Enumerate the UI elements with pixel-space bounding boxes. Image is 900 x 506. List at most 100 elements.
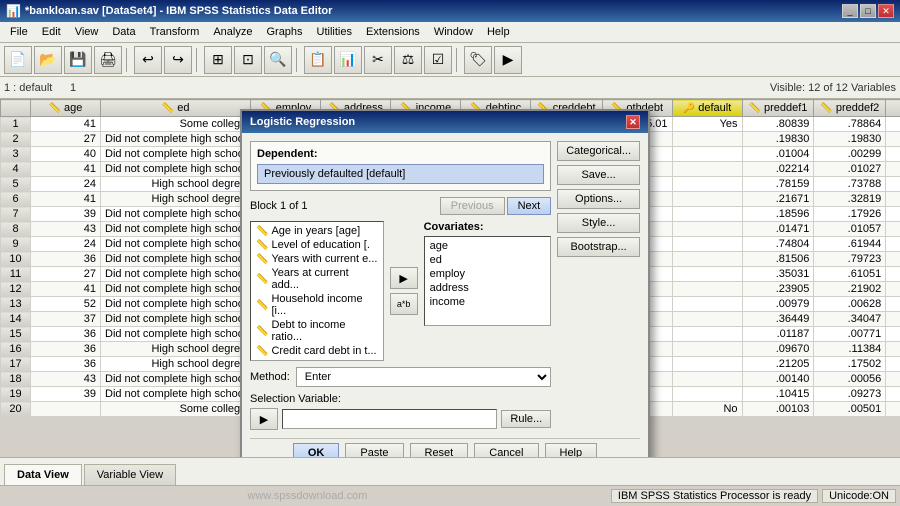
cell-ed[interactable]: Did not complete high school [101, 162, 251, 177]
row-number-cell[interactable]: 13 [1, 297, 31, 312]
col-header-preddef1[interactable]: 📏 preddef1 [742, 100, 814, 117]
cell-preddef1[interactable]: .01187 [742, 327, 814, 342]
cell-preddef2[interactable]: .01057 [814, 222, 886, 237]
menu-data[interactable]: Data [106, 24, 141, 40]
move-to-selection-button[interactable]: ▶ [250, 408, 278, 430]
covariate-list-item[interactable]: income [427, 295, 549, 309]
cell-preddef1[interactable]: .02214 [742, 162, 814, 177]
previous-button[interactable]: Previous [440, 197, 505, 215]
cell-predc[interactable] [886, 132, 900, 147]
cell-predc[interactable] [886, 222, 900, 237]
cell-default[interactable]: Yes [672, 117, 742, 132]
categorical-button[interactable]: Categorical... [557, 141, 640, 161]
minimize-button[interactable]: _ [842, 4, 858, 18]
cell-preddef1[interactable]: .00140 [742, 372, 814, 387]
cell-preddef2[interactable]: .19830 [814, 132, 886, 147]
maximize-button[interactable]: □ [860, 4, 876, 18]
row-number-cell[interactable]: 6 [1, 192, 31, 207]
cell-age[interactable]: 24 [31, 177, 101, 192]
cell-age[interactable]: 40 [31, 147, 101, 162]
cell-preddef1[interactable]: .78159 [742, 177, 814, 192]
reset-button[interactable]: Reset [410, 443, 469, 457]
goto-case-button[interactable]: ⊞ [204, 46, 232, 74]
menu-edit[interactable]: Edit [36, 24, 67, 40]
cell-age[interactable]: 41 [31, 192, 101, 207]
options-button[interactable]: Options... [557, 189, 640, 209]
close-button[interactable]: ✕ [878, 4, 894, 18]
cell-preddef2[interactable]: .32819 [814, 192, 886, 207]
cell-preddef2[interactable]: .17502 [814, 357, 886, 372]
cell-ed[interactable]: Did not complete high school [101, 387, 251, 402]
covariate-list-item[interactable]: age [427, 239, 549, 253]
cell-predc[interactable] [886, 297, 900, 312]
cell-preddef2[interactable]: .09273 [814, 387, 886, 402]
cell-default[interactable] [672, 252, 742, 267]
cell-default[interactable] [672, 192, 742, 207]
goto-variable-button[interactable]: ⊡ [234, 46, 262, 74]
cell-ed[interactable]: Did not complete high school [101, 327, 251, 342]
cell-default[interactable] [672, 372, 742, 387]
col-header-preddef2[interactable]: 📏 preddef2 [814, 100, 886, 117]
cell-preddef1[interactable]: .74804 [742, 237, 814, 252]
cell-age[interactable]: 36 [31, 252, 101, 267]
menu-help[interactable]: Help [481, 24, 516, 40]
variable-list-item[interactable]: 📏Household income [i... [253, 292, 381, 318]
value-labels-button[interactable]: 🏷 [464, 46, 492, 74]
cell-ed[interactable]: Did not complete high school [101, 252, 251, 267]
cell-age[interactable]: 41 [31, 162, 101, 177]
cell-preddef1[interactable]: .00103 [742, 402, 814, 417]
menu-utilities[interactable]: Utilities [311, 24, 358, 40]
cell-preddef1[interactable]: .09670 [742, 342, 814, 357]
cell-ed[interactable]: Did not complete high school [101, 207, 251, 222]
row-number-cell[interactable]: 3 [1, 147, 31, 162]
row-number-cell[interactable]: 2 [1, 132, 31, 147]
new-file-button[interactable]: 📄 [4, 46, 32, 74]
cell-preddef1[interactable]: .81506 [742, 252, 814, 267]
ok-button[interactable]: OK [293, 443, 340, 457]
cell-preddef2[interactable]: .79723 [814, 252, 886, 267]
print-button[interactable]: 🖨 [94, 46, 122, 74]
cell-predc[interactable] [886, 147, 900, 162]
cell-predc[interactable] [886, 177, 900, 192]
cell-preddef2[interactable]: .17926 [814, 207, 886, 222]
paste-button[interactable]: Paste [345, 443, 403, 457]
row-number-cell[interactable]: 9 [1, 237, 31, 252]
cell-predc[interactable] [886, 312, 900, 327]
cell-age[interactable]: 41 [31, 117, 101, 132]
weight-cases-button[interactable]: ⚖ [394, 46, 422, 74]
variable-list-item[interactable]: 📏Age in years [age] [253, 224, 381, 238]
dialog-close-button[interactable]: ✕ [626, 115, 640, 129]
method-select[interactable]: Enter [296, 367, 551, 387]
menu-transform[interactable]: Transform [144, 24, 206, 40]
row-number-cell[interactable]: 20 [1, 402, 31, 417]
cancel-button[interactable]: Cancel [474, 443, 538, 457]
cell-preddef1[interactable]: .36449 [742, 312, 814, 327]
cell-predc[interactable] [886, 117, 900, 132]
cell-preddef2[interactable]: .00628 [814, 297, 886, 312]
covariate-list-item[interactable]: employ [427, 267, 549, 281]
cell-ed[interactable]: Did not complete high school [101, 222, 251, 237]
cell-age[interactable]: 43 [31, 372, 101, 387]
cell-age[interactable]: 36 [31, 342, 101, 357]
row-number-cell[interactable]: 4 [1, 162, 31, 177]
covariate-list-item[interactable]: address [427, 281, 549, 295]
cell-preddef2[interactable]: .34047 [814, 312, 886, 327]
cell-preddef2[interactable]: .01027 [814, 162, 886, 177]
cell-ed[interactable]: Some college [101, 117, 251, 132]
help-button[interactable]: Help [545, 443, 598, 457]
cell-default[interactable] [672, 132, 742, 147]
variable-list-item[interactable]: 📏Years with current e... [253, 252, 381, 266]
covariate-list-item[interactable]: ed [427, 253, 549, 267]
cell-predc[interactable] [886, 282, 900, 297]
cell-preddef2[interactable]: .21902 [814, 282, 886, 297]
variables-list[interactable]: 📏Age in years [age]📏Level of education [… [250, 221, 384, 361]
undo-button[interactable]: ↩ [134, 46, 162, 74]
col-header-ed[interactable]: 📏 ed [101, 100, 251, 117]
cell-preddef1[interactable]: .18596 [742, 207, 814, 222]
cell-preddef2[interactable]: .00056 [814, 372, 886, 387]
cell-preddef1[interactable]: .10415 [742, 387, 814, 402]
redo-button[interactable]: ↪ [164, 46, 192, 74]
cell-predc[interactable] [886, 267, 900, 282]
split-file-button[interactable]: ✂ [364, 46, 392, 74]
cell-age[interactable]: 39 [31, 207, 101, 222]
